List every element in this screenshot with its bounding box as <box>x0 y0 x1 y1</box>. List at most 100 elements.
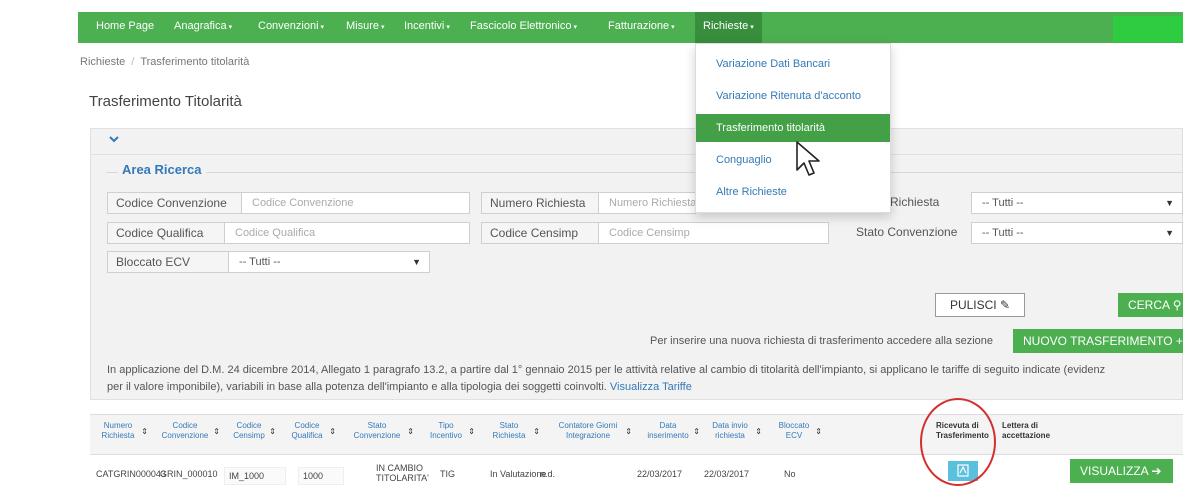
nav-misure-label: Misure <box>346 20 380 32</box>
th-contatore-giorni[interactable]: Contatore Giorni Integrazione ⇕ <box>552 421 632 441</box>
mouse-cursor-icon <box>796 141 820 176</box>
nuovo-label: NUOVO TRASFERIMENTO <box>1023 334 1173 348</box>
cell-stato-convenzione: IN CAMBIO TITOLARITA' <box>376 463 429 483</box>
codice-convenzione-label: Codice Convenzione <box>107 192 242 214</box>
nav-convenzioni-label: Convenzioni <box>258 20 319 32</box>
bloccato-ecv-value: -- Tutti -- <box>239 256 281 268</box>
nav-user-area[interactable] <box>1113 16 1183 42</box>
th-label: Stato Richiesta <box>492 421 526 440</box>
chevron-down-icon: ▼ <box>1165 228 1174 238</box>
nuovo-info-text: Per inserire una nuova richiesta di tras… <box>650 335 994 347</box>
breadcrumb-current: Trasferimento titolarità <box>140 56 250 68</box>
chevron-down-icon: ▼ <box>412 257 421 267</box>
sort-icon: ⇕ <box>213 427 220 436</box>
cell-codice-qualifica: 1000 <box>298 467 344 485</box>
nav-incentivi[interactable]: Incentivi ▾ <box>404 12 450 43</box>
th-data-inserimento[interactable]: Data inserimento ⇕ <box>644 421 700 441</box>
cell-codice-censimp: IM_1000 <box>224 467 286 485</box>
th-label: Codice Qualifica <box>291 421 323 440</box>
caret-down-icon: ▾ <box>320 24 325 31</box>
tariffe-notice: In applicazione del D.M. 24 dicembre 201… <box>107 362 1183 396</box>
sort-icon: ⇕ <box>625 427 632 436</box>
menu-item-conguaglio[interactable]: Conguaglio <box>696 146 890 174</box>
sort-icon: ⇕ <box>269 427 276 436</box>
th-stato-richiesta[interactable]: Stato Richiesta ⇕ <box>486 421 540 441</box>
annotation-circle <box>920 398 996 486</box>
sort-icon: ⇕ <box>693 427 700 436</box>
nav-misure[interactable]: Misure ▾ <box>346 12 385 43</box>
sort-icon: ⇕ <box>755 427 762 436</box>
nav-fascicolo-label: Fascicolo Elettronico <box>470 20 572 32</box>
cell-contatore: n.d. <box>540 469 556 479</box>
nav-incentivi-label: Incentivi <box>404 20 445 32</box>
th-codice-convenzione[interactable]: Codice Convenzione ⇕ <box>158 421 220 441</box>
nav-anagrafica-label: Anagrafica <box>174 20 227 32</box>
th-codice-qualifica[interactable]: Codice Qualifica ⇕ <box>286 421 336 441</box>
menu-item-altre-richieste[interactable]: Altre Richieste <box>696 178 890 206</box>
th-tipo-incentivo[interactable]: Tipo Incentivo ⇕ <box>425 421 475 441</box>
nav-convenzioni[interactable]: Convenzioni ▾ <box>258 12 324 43</box>
visualizza-tariffe-link[interactable]: Visualizza Tariffe <box>610 381 692 393</box>
search-icon: ⚲ <box>1172 298 1182 312</box>
notice-line-1: In applicazione del D.M. 24 dicembre 201… <box>107 364 1106 376</box>
codice-qualifica-label: Codice Qualifica <box>107 222 225 244</box>
cerca-label: CERCA <box>1128 298 1170 312</box>
th-label: Stato Convenzione <box>353 421 401 440</box>
cell-data-inserimento: 22/03/2017 <box>637 469 683 479</box>
th-stato-convenzione[interactable]: Stato Convenzione ⇕ <box>348 421 414 441</box>
pulisci-label: PULISCI <box>949 298 997 312</box>
th-data-invio[interactable]: Data invio richiesta ⇕ <box>706 421 762 441</box>
nav-fatturazione[interactable]: Fatturazione ▾ <box>608 12 675 43</box>
cell-tipo-incentivo: TIG <box>440 469 455 479</box>
stato-convenzione-value: -- Tutti -- <box>982 227 1024 239</box>
visualizza-button[interactable]: VISUALIZZA ➔ <box>1070 459 1173 483</box>
nav-richieste[interactable]: Richieste ▾ <box>695 12 762 43</box>
nav-anagrafica[interactable]: Anagrafica ▾ <box>174 12 232 43</box>
nuovo-trasferimento-button[interactable]: NUOVO TRASFERIMENTO + <box>1013 329 1183 353</box>
stato-richiesta-value: -- Tutti -- <box>982 197 1024 209</box>
th-label: Data inserimento <box>647 421 689 440</box>
panel-header[interactable] <box>91 129 1182 155</box>
breadcrumb-separator: / <box>131 56 135 68</box>
breadcrumb: Richieste / Trasferimento titolarità <box>80 56 249 68</box>
table-header: Numero Richiesta ⇕ Codice Convenzione ⇕ Co… <box>90 415 1183 455</box>
nav-home[interactable]: Home Page <box>96 12 154 43</box>
sort-icon: ⇕ <box>468 427 475 436</box>
th-numero-richiesta[interactable]: Numero Richiesta ⇕ <box>96 421 148 441</box>
th-label: Codice Convenzione <box>161 421 209 440</box>
arrow-right-icon: ➔ <box>1151 464 1162 478</box>
plus-icon: + <box>1175 334 1183 348</box>
codice-censimp-input[interactable]: Codice Censimp <box>598 222 829 244</box>
codice-qualifica-input[interactable]: Codice Qualifica <box>224 222 470 244</box>
chevron-down-icon[interactable] <box>109 135 119 143</box>
cerca-button[interactable]: CERCA ⚲ <box>1118 293 1183 317</box>
th-bloccato-ecv[interactable]: Bloccato ECV ⇕ <box>774 421 822 441</box>
stato-convenzione-select[interactable]: -- Tutti -- ▼ <box>971 222 1183 244</box>
pulisci-button[interactable]: PULISCI ✎ <box>935 293 1025 317</box>
menu-item-variazione-dati-bancari[interactable]: Variazione Dati Bancari <box>696 50 890 78</box>
cell-numero-richiesta: CATGRIN000043 <box>96 469 166 479</box>
th-label: Bloccato ECV <box>778 421 810 440</box>
nav-fascicolo[interactable]: Fascicolo Elettronico ▾ <box>470 12 577 43</box>
eraser-icon: ✎ <box>999 298 1011 312</box>
menu-item-trasferimento-titolarita[interactable]: Trasferimento titolarità <box>696 114 890 142</box>
stato-richiesta-select[interactable]: -- Tutti -- ▼ <box>971 192 1183 214</box>
nav-fatturazione-label: Fatturazione <box>608 20 670 32</box>
breadcrumb-parent[interactable]: Richieste <box>80 56 125 68</box>
caret-down-icon: ▾ <box>228 24 233 31</box>
th-label: Codice Censimp <box>233 421 265 440</box>
numero-richiesta-label: Numero Richiesta <box>481 192 599 214</box>
cell-stato-richiesta: In Valutazione <box>490 469 547 479</box>
caret-down-icon: ▾ <box>671 24 675 31</box>
codice-convenzione-input[interactable]: Codice Convenzione <box>241 192 470 214</box>
sort-icon: ⇕ <box>815 427 822 436</box>
numero-richiesta-input[interactable]: Numero Richiesta <box>598 192 696 214</box>
notice-line-2: per il valore imponibile), variabili in … <box>107 381 607 393</box>
sort-icon: ⇕ <box>533 427 540 436</box>
cell-bloccato-ecv: No <box>784 469 796 479</box>
area-ricerca-legend: Area Ricerca <box>118 162 206 177</box>
bloccato-ecv-select[interactable]: -- Tutti -- ▼ <box>228 251 430 273</box>
th-codice-censimp[interactable]: Codice Censimp ⇕ <box>230 421 276 441</box>
caret-down-icon: ▾ <box>381 24 385 31</box>
menu-item-variazione-ritenuta[interactable]: Variazione Ritenuta d'acconto <box>696 82 890 110</box>
